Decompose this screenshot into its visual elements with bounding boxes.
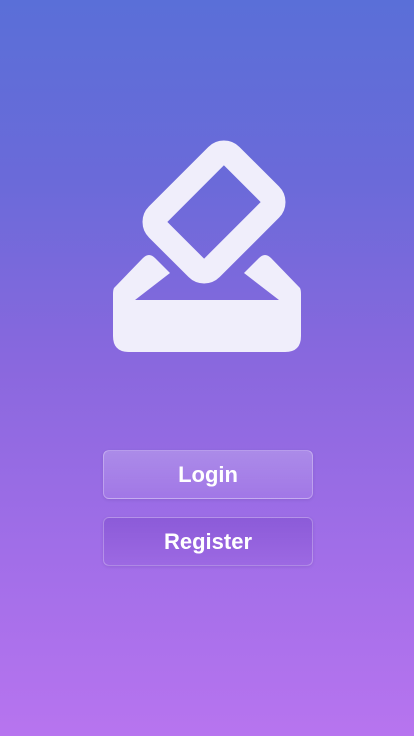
app-logo (110, 140, 304, 356)
login-button-label: Login (178, 461, 238, 487)
welcome-screen: Login Register (0, 0, 414, 736)
inbox-upload-icon (113, 140, 301, 352)
register-button[interactable]: Register (103, 517, 313, 566)
register-button-label: Register (163, 528, 253, 554)
login-button[interactable]: Login (103, 450, 313, 499)
